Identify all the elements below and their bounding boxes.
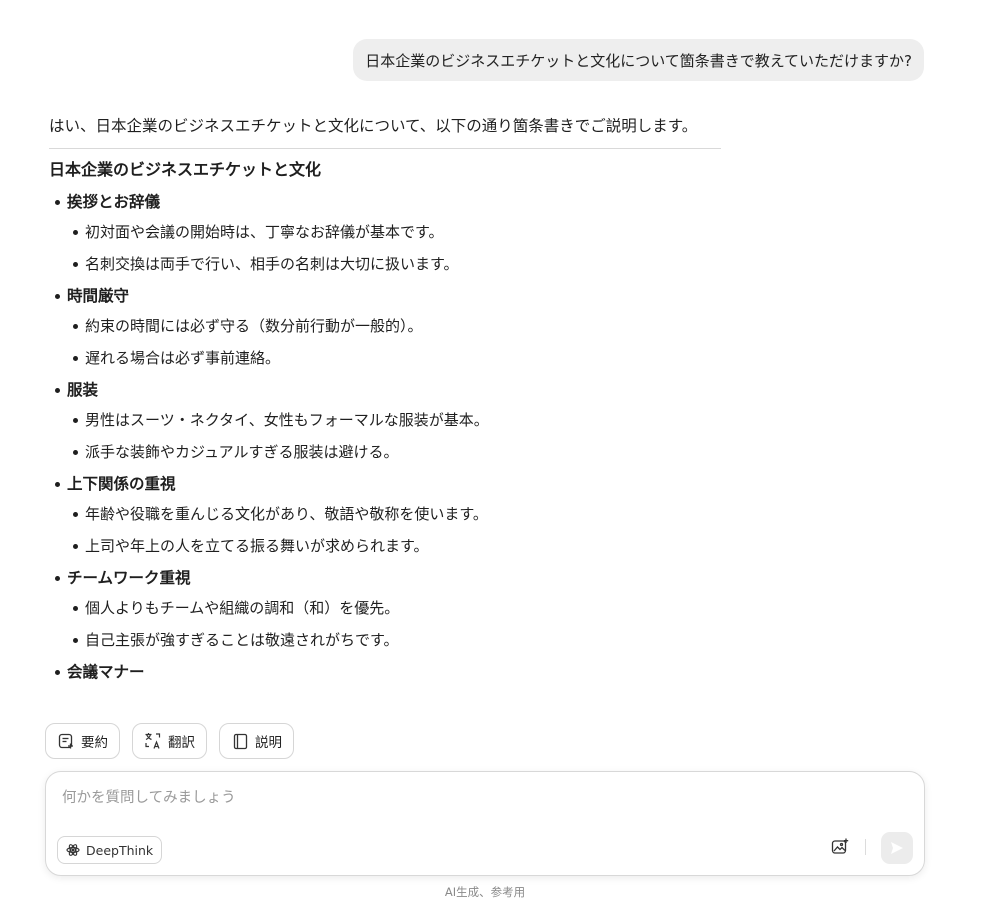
translate-label: 翻訳	[168, 735, 195, 751]
section-heading-text: チームワーク重視	[67, 569, 191, 587]
bullet-dot	[55, 199, 60, 205]
deepthink-button[interactable]: DeepThink	[57, 836, 163, 864]
section-heading-text: 服装	[67, 381, 99, 399]
user-message-text: 日本企業のビジネスエチケットと文化について箇条書きで教えていただけますか?	[365, 51, 912, 70]
list-item-text: 個人よりもチームや組織の調和（和）を優先。	[85, 599, 400, 617]
list-item: 個人よりもチームや組織の調和（和）を優先。	[49, 596, 721, 620]
section-bullets: 男性はスーツ・ネクタイ、女性もフォーマルな服装が基本。 派手な装飾やカジュアルす…	[49, 408, 721, 464]
send-button[interactable]	[881, 832, 913, 864]
question-input[interactable]	[62, 786, 882, 810]
bullet-dot	[73, 511, 78, 517]
bullet-dot	[55, 293, 60, 299]
section-heading-text: 時間厳守	[67, 287, 130, 305]
answer-intro: はい、日本企業のビジネスエチケットと文化について、以下の通り箇条書きでご説明しま…	[49, 117, 698, 135]
bullet-dot	[73, 229, 78, 235]
section-bullets: 年齢や役職を重んじる文化があり、敬語や敬称を使います。 上司や年上の人を立てる振…	[49, 502, 721, 558]
bullet-dot	[73, 323, 78, 329]
atom-icon	[66, 843, 80, 857]
list-item: 約束の時間には必ず守る（数分前行動が一般的）。	[49, 314, 721, 338]
bullet-dot	[55, 669, 60, 675]
translate-icon	[144, 732, 162, 750]
translate-button[interactable]: 翻訳	[132, 723, 207, 759]
message-composer: DeepThink	[45, 771, 925, 876]
section-bullets: 個人よりもチームや組織の調和（和）を優先。 自己主張が強すぎることは敬遠されがち…	[49, 596, 721, 652]
section-heading: 上下関係の重視	[49, 472, 721, 496]
answer-section: 時間厳守 約束の時間には必ず守る（数分前行動が一般的）。 遅れる場合は必ず事前連…	[49, 284, 721, 370]
section-heading-text: 挨拶とお辞儀	[67, 193, 161, 211]
section-heading-text: 会議マナー	[67, 663, 145, 681]
answer-section: 上下関係の重視 年齢や役職を重んじる文化があり、敬語や敬称を使います。 上司や年…	[49, 472, 721, 558]
image-upload-icon	[831, 838, 849, 856]
deepthink-label: DeepThink	[86, 842, 154, 858]
bullet-dot	[55, 387, 60, 393]
answer-divider	[49, 148, 721, 149]
toolbar-divider	[865, 839, 866, 855]
explain-label: 説明	[255, 735, 282, 751]
send-icon	[889, 840, 905, 856]
bullet-dot	[73, 417, 78, 423]
bullet-dot	[55, 481, 60, 487]
list-item-text: 自己主張が強すぎることは敬遠されがちです。	[85, 631, 399, 649]
section-bullets: 初対面や会議の開始時は、丁寧なお辞儀が基本です。 名刺交換は両手で行い、相手の名…	[49, 220, 721, 276]
list-item: 遅れる場合は必ず事前連絡。	[49, 346, 721, 370]
summary-icon	[57, 732, 75, 750]
answer-sections: 挨拶とお辞儀 初対面や会議の開始時は、丁寧なお辞儀が基本です。 名刺交換は両手で…	[49, 190, 721, 684]
bullet-dot	[73, 605, 78, 611]
list-item-text: 男性はスーツ・ネクタイ、女性もフォーマルな服装が基本。	[85, 411, 489, 429]
explain-button[interactable]: 説明	[219, 723, 294, 759]
footer-disclaimer: AI生成、参考用	[444, 885, 526, 899]
list-item: 上司や年上の人を立てる振る舞いが求められます。	[49, 534, 721, 558]
answer-section: 服装 男性はスーツ・ネクタイ、女性もフォーマルな服装が基本。 派手な装飾やカジュ…	[49, 378, 721, 464]
bullet-dot	[73, 355, 78, 361]
section-heading: 服装	[49, 378, 721, 402]
section-bullets: 約束の時間には必ず守る（数分前行動が一般的）。 遅れる場合は必ず事前連絡。	[49, 314, 721, 370]
list-item: 年齢や役職を重んじる文化があり、敬語や敬称を使います。	[49, 502, 721, 526]
list-item-text: 年齢や役職を重んじる文化があり、敬語や敬称を使います。	[85, 505, 488, 523]
bullet-dot	[55, 575, 60, 581]
list-item: 男性はスーツ・ネクタイ、女性もフォーマルな服装が基本。	[49, 408, 721, 432]
bullet-dot	[73, 637, 78, 643]
list-item-text: 遅れる場合は必ず事前連絡。	[85, 349, 281, 367]
answer-section: 挨拶とお辞儀 初対面や会議の開始時は、丁寧なお辞儀が基本です。 名刺交換は両手で…	[49, 190, 721, 276]
section-heading: 挨拶とお辞儀	[49, 190, 721, 214]
assistant-answer: はい、日本企業のビジネスエチケットと文化について、以下の通り箇条書きでご説明しま…	[49, 104, 721, 708]
section-heading: 時間厳守	[49, 284, 721, 308]
list-item-text: 派手な装飾やカジュアルすぎる服装は避ける。	[85, 443, 399, 461]
bullet-dot	[73, 449, 78, 455]
list-item-text: 名刺交換は両手で行い、相手の名刺は大切に扱います。	[85, 255, 459, 273]
answer-section: 会議マナー	[49, 660, 721, 684]
list-item-text: 上司や年上の人を立てる振る舞いが求められます。	[85, 537, 429, 555]
section-heading: 会議マナー	[49, 660, 721, 684]
list-item: 派手な装飾やカジュアルすぎる服装は避ける。	[49, 440, 721, 464]
summarize-button[interactable]: 要約	[45, 723, 120, 759]
section-heading-text: 上下関係の重視	[67, 475, 176, 493]
list-item: 自己主張が強すぎることは敬遠されがちです。	[49, 628, 721, 652]
bullet-dot	[73, 261, 78, 267]
list-item: 名刺交換は両手で行い、相手の名刺は大切に扱います。	[49, 252, 721, 276]
book-icon	[231, 732, 249, 750]
image-upload-button[interactable]	[830, 837, 850, 857]
section-heading: チームワーク重視	[49, 566, 721, 590]
list-item-text: 初対面や会議の開始時は、丁寧なお辞儀が基本です。	[85, 223, 444, 241]
scroll-fade	[49, 686, 721, 708]
list-item-text: 約束の時間には必ず守る（数分前行動が一般的）。	[85, 317, 423, 335]
quick-actions: 要約 翻訳 説明	[45, 723, 294, 759]
list-item: 初対面や会議の開始時は、丁寧なお辞儀が基本です。	[49, 220, 721, 244]
summarize-label: 要約	[81, 735, 108, 751]
user-message-bubble: 日本企業のビジネスエチケットと文化について箇条書きで教えていただけますか?	[353, 39, 924, 81]
answer-section: チームワーク重視 個人よりもチームや組織の調和（和）を優先。 自己主張が強すぎる…	[49, 566, 721, 652]
bullet-dot	[73, 543, 78, 549]
answer-title: 日本企業のビジネスエチケットと文化	[49, 160, 322, 179]
